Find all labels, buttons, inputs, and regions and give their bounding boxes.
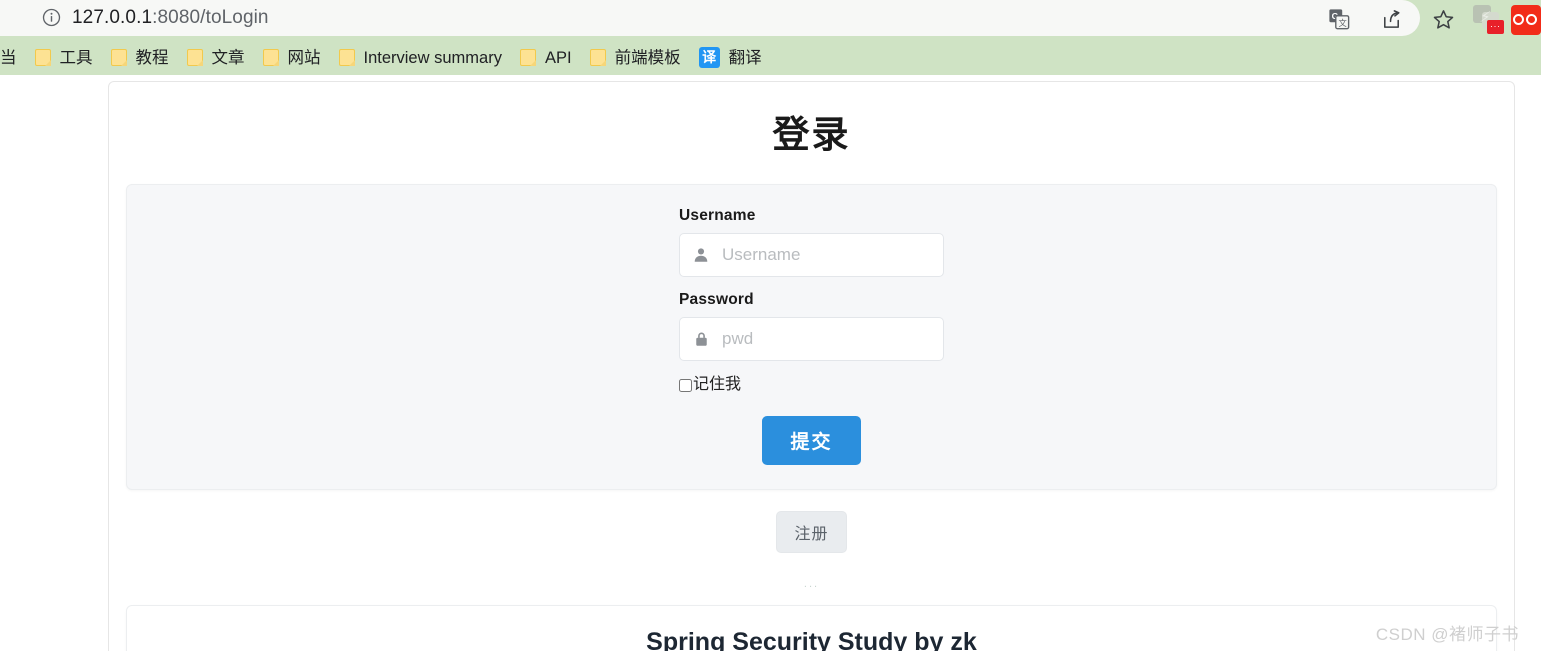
bookmark-item-dang[interactable]: 当 — [0, 45, 26, 71]
csdn-watermark: CSDN @褚师子书 — [1375, 625, 1519, 644]
remember-me-label[interactable]: 记住我 — [693, 376, 741, 394]
bookmark-item-tutorial[interactable]: 教程 — [102, 45, 178, 71]
bookmark-label: 翻译 — [728, 48, 762, 67]
bookmark-label: Interview summary — [363, 48, 502, 67]
info-circle-icon[interactable] — [42, 8, 61, 27]
field-spacer — [127, 277, 1496, 291]
extension-icons: ⚡ ... — [1473, 5, 1541, 35]
bookmark-item-interview-summary[interactable]: Interview summary — [330, 45, 511, 71]
extension-icon-1-badge: ... — [1487, 20, 1504, 34]
translate-icon[interactable]: G 文 — [1326, 6, 1352, 32]
share-icon[interactable] — [1378, 6, 1404, 32]
svg-text:文: 文 — [1339, 18, 1347, 28]
folder-icon — [519, 49, 536, 66]
bookmarks-bar: 当 工具 教程 文章 网站 Interview summary API 前端模板… — [0, 40, 1541, 75]
lock-icon — [680, 330, 722, 348]
extension-icon-2[interactable] — [1511, 5, 1541, 35]
ellipsis-text: ... — [803, 578, 820, 590]
bookmark-item-api[interactable]: API — [511, 45, 581, 71]
bottom-card-title: Spring Security Study by zk — [646, 628, 977, 651]
bookmark-item-translate[interactable]: 译 翻译 — [690, 44, 771, 71]
user-icon — [680, 246, 722, 264]
bookmark-item-articles[interactable]: 文章 — [178, 45, 254, 71]
omnibox-row: 127.0.0.1:8080/toLogin G 文 ⚡ ... — [0, 0, 1541, 40]
login-form-card: Username Password — [126, 184, 1497, 490]
page-viewport: 登录 Username Password — [0, 75, 1541, 651]
submit-row: 提交 — [127, 416, 1496, 465]
page-title: 登录 — [772, 114, 851, 155]
bottom-card: Spring Security Study by zk — [126, 605, 1497, 651]
folder-icon — [110, 49, 127, 66]
register-row: 注册 — [109, 511, 1514, 553]
remember-me-checkbox[interactable] — [679, 378, 692, 392]
folder-icon — [338, 49, 355, 66]
register-button[interactable]: 注册 — [776, 511, 847, 553]
bookmark-label: 网站 — [287, 48, 321, 67]
folder-icon — [186, 49, 203, 66]
bookmark-item-tools[interactable]: 工具 — [26, 45, 102, 71]
fanyi-icon: 译 — [698, 47, 720, 68]
bookmark-label: 当 — [0, 48, 17, 67]
username-input[interactable] — [722, 245, 943, 265]
username-label: Username — [679, 207, 756, 224]
extension-icon-1[interactable]: ⚡ ... — [1473, 5, 1504, 35]
folder-icon — [262, 49, 279, 66]
username-field-block: Username — [679, 207, 944, 277]
url-path: :8080/toLogin — [152, 7, 269, 28]
omnibox-actions: G 文 — [1326, 6, 1456, 32]
browser-chrome: 127.0.0.1:8080/toLogin G 文 ⚡ ... 当 工具 教程… — [0, 0, 1541, 75]
bookmark-star-icon[interactable] — [1430, 6, 1456, 32]
bookmark-item-frontend-template[interactable]: 前端模板 — [581, 45, 690, 71]
url-text[interactable]: 127.0.0.1:8080/toLogin — [72, 3, 269, 33]
bookmark-label: API — [544, 48, 572, 67]
page-container: 登录 Username Password — [108, 81, 1515, 651]
bookmark-label: 前端模板 — [614, 48, 681, 67]
url-host: 127.0.0.1 — [72, 7, 153, 28]
password-field-block: Password — [679, 291, 944, 361]
bookmark-label: 工具 — [59, 48, 93, 67]
password-input-wrap[interactable] — [679, 317, 944, 361]
submit-button[interactable]: 提交 — [762, 416, 861, 465]
bookmark-item-websites[interactable]: 网站 — [254, 45, 330, 71]
password-input[interactable] — [722, 329, 943, 349]
folder-icon — [589, 49, 606, 66]
folder-icon — [34, 49, 51, 66]
username-input-wrap[interactable] — [679, 233, 944, 277]
bookmark-label: 文章 — [211, 48, 245, 67]
remember-me-row: 记住我 — [679, 376, 944, 394]
password-label: Password — [679, 291, 754, 308]
bookmark-label: 教程 — [135, 48, 169, 67]
